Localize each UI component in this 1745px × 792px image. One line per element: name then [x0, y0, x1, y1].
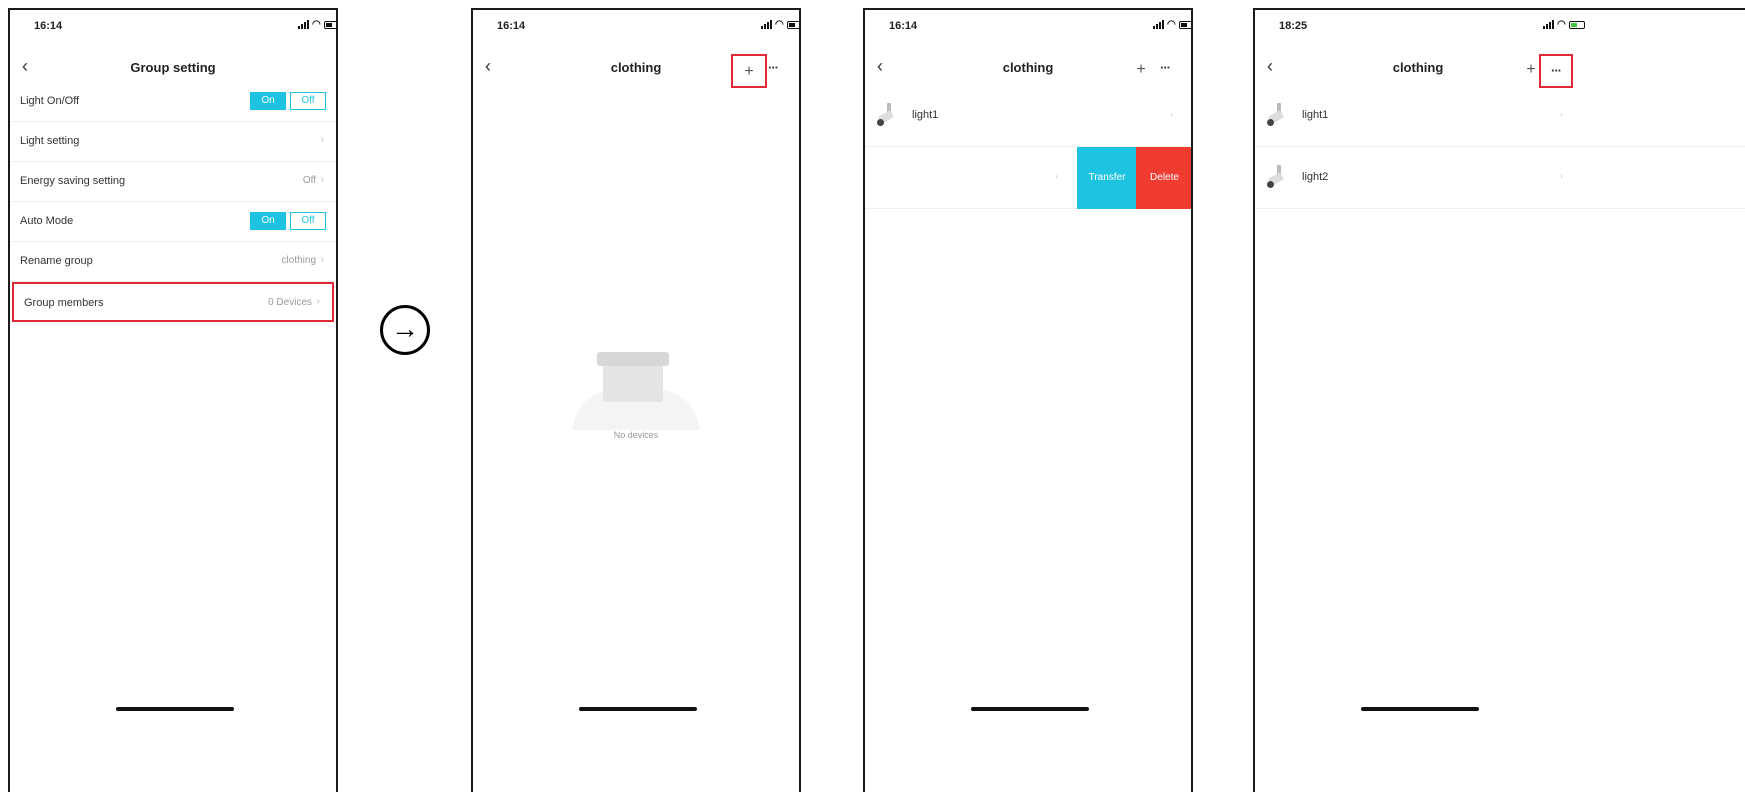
signal-icon	[1543, 20, 1554, 29]
status-icons: ◠	[298, 19, 336, 30]
signal-icon	[298, 20, 309, 29]
row-value: Off	[302, 175, 316, 186]
status-time: 16:14	[497, 20, 526, 32]
signal-icon	[761, 20, 772, 29]
status-time: 16:14	[34, 20, 63, 32]
chevron-right-icon: ›	[316, 296, 320, 307]
more-menu-icon[interactable]: ···	[1160, 60, 1171, 75]
nav-bar: ‹ clothing + ···	[1255, 54, 1745, 88]
nav-bar: ‹ Group setting	[10, 54, 336, 84]
row-label: Group members	[24, 297, 104, 309]
phone-screen-swipe-actions: 16:14 ◠ ‹ clothing + ··· light1 › › Tran…	[863, 8, 1193, 792]
phone-screen-group-setting: 16:14 ◠ ‹ Group setting Light On/Off On …	[8, 8, 338, 792]
battery-icon	[1568, 20, 1585, 29]
device-name: light1	[912, 109, 939, 121]
status-bar: 16:14 ◠	[26, 20, 336, 36]
transfer-button[interactable]: Transfer	[1077, 147, 1137, 209]
battery-icon	[1178, 20, 1191, 29]
chevron-right-icon: ›	[1560, 109, 1563, 119]
arrow-right-circle-icon: →	[380, 305, 430, 355]
row-auto-mode: Auto Mode On Off	[10, 202, 336, 242]
empty-box-icon	[573, 350, 699, 430]
device-row-light1[interactable]: light1 ›	[1255, 85, 1745, 147]
row-label: Energy saving setting	[20, 175, 126, 187]
lamp-icon	[877, 103, 897, 127]
lamp-icon	[1267, 165, 1287, 189]
row-rename-group[interactable]: Rename group clothing ›	[10, 242, 336, 282]
delete-button[interactable]: Delete	[1136, 147, 1191, 209]
lamp-icon	[1267, 103, 1287, 127]
chevron-right-icon: ›	[320, 134, 324, 145]
status-icons: ◠	[761, 19, 799, 30]
device-name: light1	[1302, 109, 1329, 121]
home-indicator	[1361, 707, 1479, 711]
status-icons: ◠	[1153, 19, 1191, 30]
on-button[interactable]: On	[250, 212, 286, 230]
home-indicator	[971, 707, 1089, 711]
status-time: 18:25	[1279, 20, 1308, 32]
status-time: 16:14	[889, 20, 918, 32]
wifi-icon: ◠	[775, 19, 784, 30]
phone-screen-empty-group: 16:14 ◠ ‹ clothing + ··· No devices	[471, 8, 801, 792]
status-bar: 18:25 ◠	[1271, 20, 1745, 36]
battery-icon	[786, 20, 799, 29]
battery-icon	[323, 20, 336, 29]
off-button[interactable]: Off	[290, 92, 326, 110]
chevron-right-icon: ›	[1170, 109, 1173, 119]
row-value: 0 Devices	[268, 297, 312, 308]
row-group-members[interactable]: Group members 0 Devices ›	[12, 282, 334, 322]
status-bar: 16:14 ◠	[881, 20, 1191, 36]
wifi-icon: ◠	[1167, 19, 1176, 30]
phone-screen-device-list: 18:25 ◠ ‹ clothing + ··· light1 › light2…	[1253, 8, 1745, 792]
more-menu-icon[interactable]: ···	[1539, 54, 1573, 88]
row-light-onoff: Light On/Off On Off	[10, 82, 336, 122]
row-label: Rename group	[20, 255, 93, 267]
chevron-right-icon: ›	[1055, 171, 1058, 181]
status-bar: 16:14 ◠	[489, 20, 799, 36]
device-row-light1[interactable]: light1 ›	[865, 85, 1191, 147]
row-label: Auto Mode	[20, 215, 74, 227]
device-row-swiped: › Transfer Delete	[865, 147, 1191, 209]
device-row-light2[interactable]: light2 ›	[1255, 147, 1745, 209]
signal-icon	[1153, 20, 1164, 29]
empty-state-text: No devices	[613, 430, 659, 440]
page-title: Group setting	[130, 60, 216, 75]
off-button[interactable]: Off	[290, 212, 326, 230]
chevron-right-icon: ›	[320, 254, 324, 265]
chevron-right-icon: ›	[1560, 171, 1563, 181]
row-label: Light setting	[20, 135, 80, 147]
wifi-icon: ◠	[312, 19, 321, 30]
row-energy-saving[interactable]: Energy saving setting Off ›	[10, 162, 336, 202]
nav-bar: ‹ clothing + ···	[473, 54, 799, 88]
device-name: light2	[1302, 171, 1329, 183]
chevron-right-icon: ›	[320, 174, 324, 185]
home-indicator	[579, 707, 697, 711]
nav-bar: ‹ clothing + ···	[865, 54, 1191, 84]
add-device-button[interactable]: +	[731, 54, 767, 88]
row-value: clothing	[281, 255, 316, 266]
row-light-setting[interactable]: Light setting ›	[10, 122, 336, 162]
wifi-icon: ◠	[1557, 19, 1566, 30]
onoff-toggle[interactable]: On Off	[250, 92, 326, 110]
home-indicator	[116, 707, 234, 711]
add-device-button[interactable]: +	[1123, 54, 1159, 88]
on-button[interactable]: On	[250, 92, 286, 110]
row-label: Light On/Off	[20, 95, 80, 107]
auto-mode-toggle[interactable]: On Off	[250, 212, 326, 230]
more-menu-icon[interactable]: ···	[768, 60, 779, 75]
status-icons: ◠	[1543, 19, 1585, 30]
